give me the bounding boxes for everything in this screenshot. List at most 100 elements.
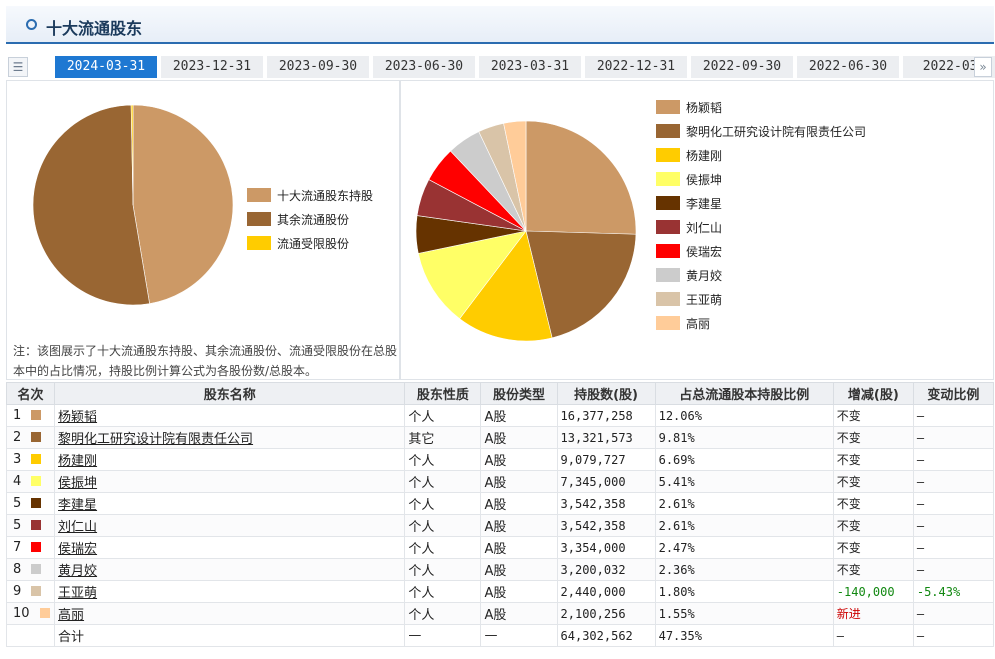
legend-swatch xyxy=(656,148,680,162)
legend-swatch xyxy=(656,124,680,138)
shareholder-slice-0[interactable] xyxy=(525,120,637,235)
shares-cell: 9,079,727 xyxy=(556,448,656,471)
shares-cell: 7,345,000 xyxy=(556,470,656,493)
ratio-cell: 47.35% xyxy=(654,624,834,647)
shareholder-name-link[interactable]: 王亚萌 xyxy=(58,586,97,601)
overview-panel: 十大流通股东持股 其余流通股份 流通受限股份 注：该图展示了十大流通股东持股、其余流… xyxy=(6,80,400,380)
overview-legend-item: 其余流通股份 xyxy=(247,207,373,231)
shareholder-name-link[interactable]: 李建星 xyxy=(58,498,97,513)
table-row: 1 杨颖韬 个人 A股 16,377,258 12.06% 不变 — xyxy=(5,404,995,427)
legend-label: 侯振坤 xyxy=(686,172,723,187)
rank-number: 5 xyxy=(13,518,22,533)
name-cell: 侯瑞宏 xyxy=(54,536,406,559)
legend-swatch xyxy=(247,188,271,202)
shares-cell: 2,100,256 xyxy=(556,602,656,625)
shareholder-name-link[interactable]: 侯振坤 xyxy=(58,476,97,491)
rank-cell: 10 xyxy=(5,602,56,625)
column-header[interactable]: 股东名称 xyxy=(54,382,406,405)
column-header[interactable]: 股东性质 xyxy=(404,382,482,405)
shareholder-name-link[interactable]: 高丽 xyxy=(58,608,84,623)
tab-2023-09-30[interactable]: 2023-09-30 xyxy=(267,56,369,78)
table-row: 9 王亚萌 个人 A股 2,440,000 1.80% -140,000 -5.43% xyxy=(5,580,995,603)
change-cell: — xyxy=(832,624,914,647)
rank-number: 8 xyxy=(13,562,22,577)
change-cell: 不变 xyxy=(832,514,914,537)
column-header[interactable]: 变动比例 xyxy=(912,382,995,405)
nature-cell: 个人 xyxy=(404,448,482,471)
legend-label: 其余流通股份 xyxy=(277,212,350,227)
tab-2022-09-30[interactable]: 2022-09-30 xyxy=(691,56,793,78)
overview-slice-0[interactable] xyxy=(132,104,234,304)
color-swatch xyxy=(31,542,42,552)
tab-2022-06-30[interactable]: 2022-06-30 xyxy=(797,56,899,78)
change-ratio-cell: -5.43% xyxy=(912,580,995,603)
color-swatch xyxy=(31,432,42,442)
table-row: 10 高丽 个人 A股 2,100,256 1.55% 新进 — xyxy=(5,602,995,625)
shareholder-name-link[interactable]: 杨建刚 xyxy=(58,454,97,469)
table-header-row: 名次 股东名称 股东性质 股份类型 持股数(股) 占总流通股本持股比例 增减(股) 变动比例 xyxy=(5,382,995,405)
name-cell: 刘仁山 xyxy=(54,514,406,537)
total-label: 合计 xyxy=(54,624,406,647)
change-cell: -140,000 xyxy=(832,580,914,603)
table-row: 2 黎明化工研究设计院有限责任公司 其它 A股 13,321,573 9.81% 不变 — xyxy=(5,426,995,449)
shareholder-legend-item: 刘仁山 xyxy=(656,215,866,239)
tab-2022-12-31[interactable]: 2022-12-31 xyxy=(585,56,687,78)
nature-cell: 个人 xyxy=(404,602,482,625)
shares-cell: 16,377,258 xyxy=(556,404,656,427)
legend-label: 流通受限股份 xyxy=(277,236,350,251)
overview-legend: 十大流通股东持股 其余流通股份 流通受限股份 xyxy=(247,183,373,255)
column-header[interactable]: 股份类型 xyxy=(480,382,558,405)
tab-2024-03-31[interactable]: 2024-03-31 xyxy=(55,56,157,78)
legend-label: 王亚萌 xyxy=(686,292,723,307)
change-cell: 不变 xyxy=(832,470,914,493)
type-cell: A股 xyxy=(480,448,558,471)
legend-swatch xyxy=(656,268,680,282)
rank-cell: 4 xyxy=(5,470,56,493)
ratio-cell: 6.69% xyxy=(654,448,834,471)
tab-2023-06-30[interactable]: 2023-06-30 xyxy=(373,56,475,78)
change-ratio-cell: — xyxy=(912,404,995,427)
color-swatch xyxy=(39,608,50,618)
overview-legend-item: 流通受限股份 xyxy=(247,231,373,255)
column-header[interactable]: 占总流通股本持股比例 xyxy=(654,382,834,405)
shareholder-name-link[interactable]: 侯瑞宏 xyxy=(58,542,97,557)
name-cell: 李建星 xyxy=(54,492,406,515)
column-header[interactable]: 名次 xyxy=(5,382,56,405)
table-row: 7 侯瑞宏 个人 A股 3,354,000 2.47% 不变 — xyxy=(5,536,995,559)
ratio-cell: 9.81% xyxy=(654,426,834,449)
nature-cell: 个人 xyxy=(404,536,482,559)
table-row: 8 黄月姣 个人 A股 3,200,032 2.36% 不变 — xyxy=(5,558,995,581)
name-cell: 黎明化工研究设计院有限责任公司 xyxy=(54,426,406,449)
section-title: 十大流通股东 xyxy=(46,19,143,38)
nature-cell: 其它 xyxy=(404,426,482,449)
shares-cell: 3,200,032 xyxy=(556,558,656,581)
rank-number: 1 xyxy=(13,408,22,423)
change-cell: 不变 xyxy=(832,404,914,427)
shareholder-name-link[interactable]: 刘仁山 xyxy=(58,520,97,535)
legend-swatch xyxy=(656,196,680,210)
double-chevron-right-icon[interactable]: » xyxy=(974,57,992,77)
date-tabs: ☰ 2024-03-31 2023-12-31 2023-09-30 2023-06-… xyxy=(6,56,995,80)
nature-cell: 个人 xyxy=(404,514,482,537)
shareholder-legend-item: 侯瑞宏 xyxy=(656,239,866,263)
tab-2023-03-31[interactable]: 2023-03-31 xyxy=(479,56,581,78)
column-header[interactable]: 增减(股) xyxy=(832,382,914,405)
tab-2023-12-31[interactable]: 2023-12-31 xyxy=(161,56,263,78)
column-header[interactable]: 持股数(股) xyxy=(556,382,656,405)
legend-swatch xyxy=(656,220,680,234)
name-cell: 侯振坤 xyxy=(54,470,406,493)
shareholder-name-link[interactable]: 黎明化工研究设计院有限责任公司 xyxy=(58,432,253,447)
shares-cell: 3,542,358 xyxy=(556,514,656,537)
shareholder-name-link[interactable]: 杨颖韬 xyxy=(58,410,97,425)
type-cell: A股 xyxy=(480,558,558,581)
legend-label: 高丽 xyxy=(686,316,711,331)
list-icon[interactable]: ☰ xyxy=(8,57,28,77)
change-cell: 不变 xyxy=(832,558,914,581)
shareholder-legend-item: 黎明化工研究设计院有限责任公司 xyxy=(656,119,866,143)
ratio-cell: 12.06% xyxy=(654,404,834,427)
type-cell: A股 xyxy=(480,514,558,537)
shares-cell: 2,440,000 xyxy=(556,580,656,603)
shareholder-name-link[interactable]: 黄月姣 xyxy=(58,564,97,579)
change-cell: 不变 xyxy=(832,426,914,449)
color-swatch xyxy=(31,454,42,464)
